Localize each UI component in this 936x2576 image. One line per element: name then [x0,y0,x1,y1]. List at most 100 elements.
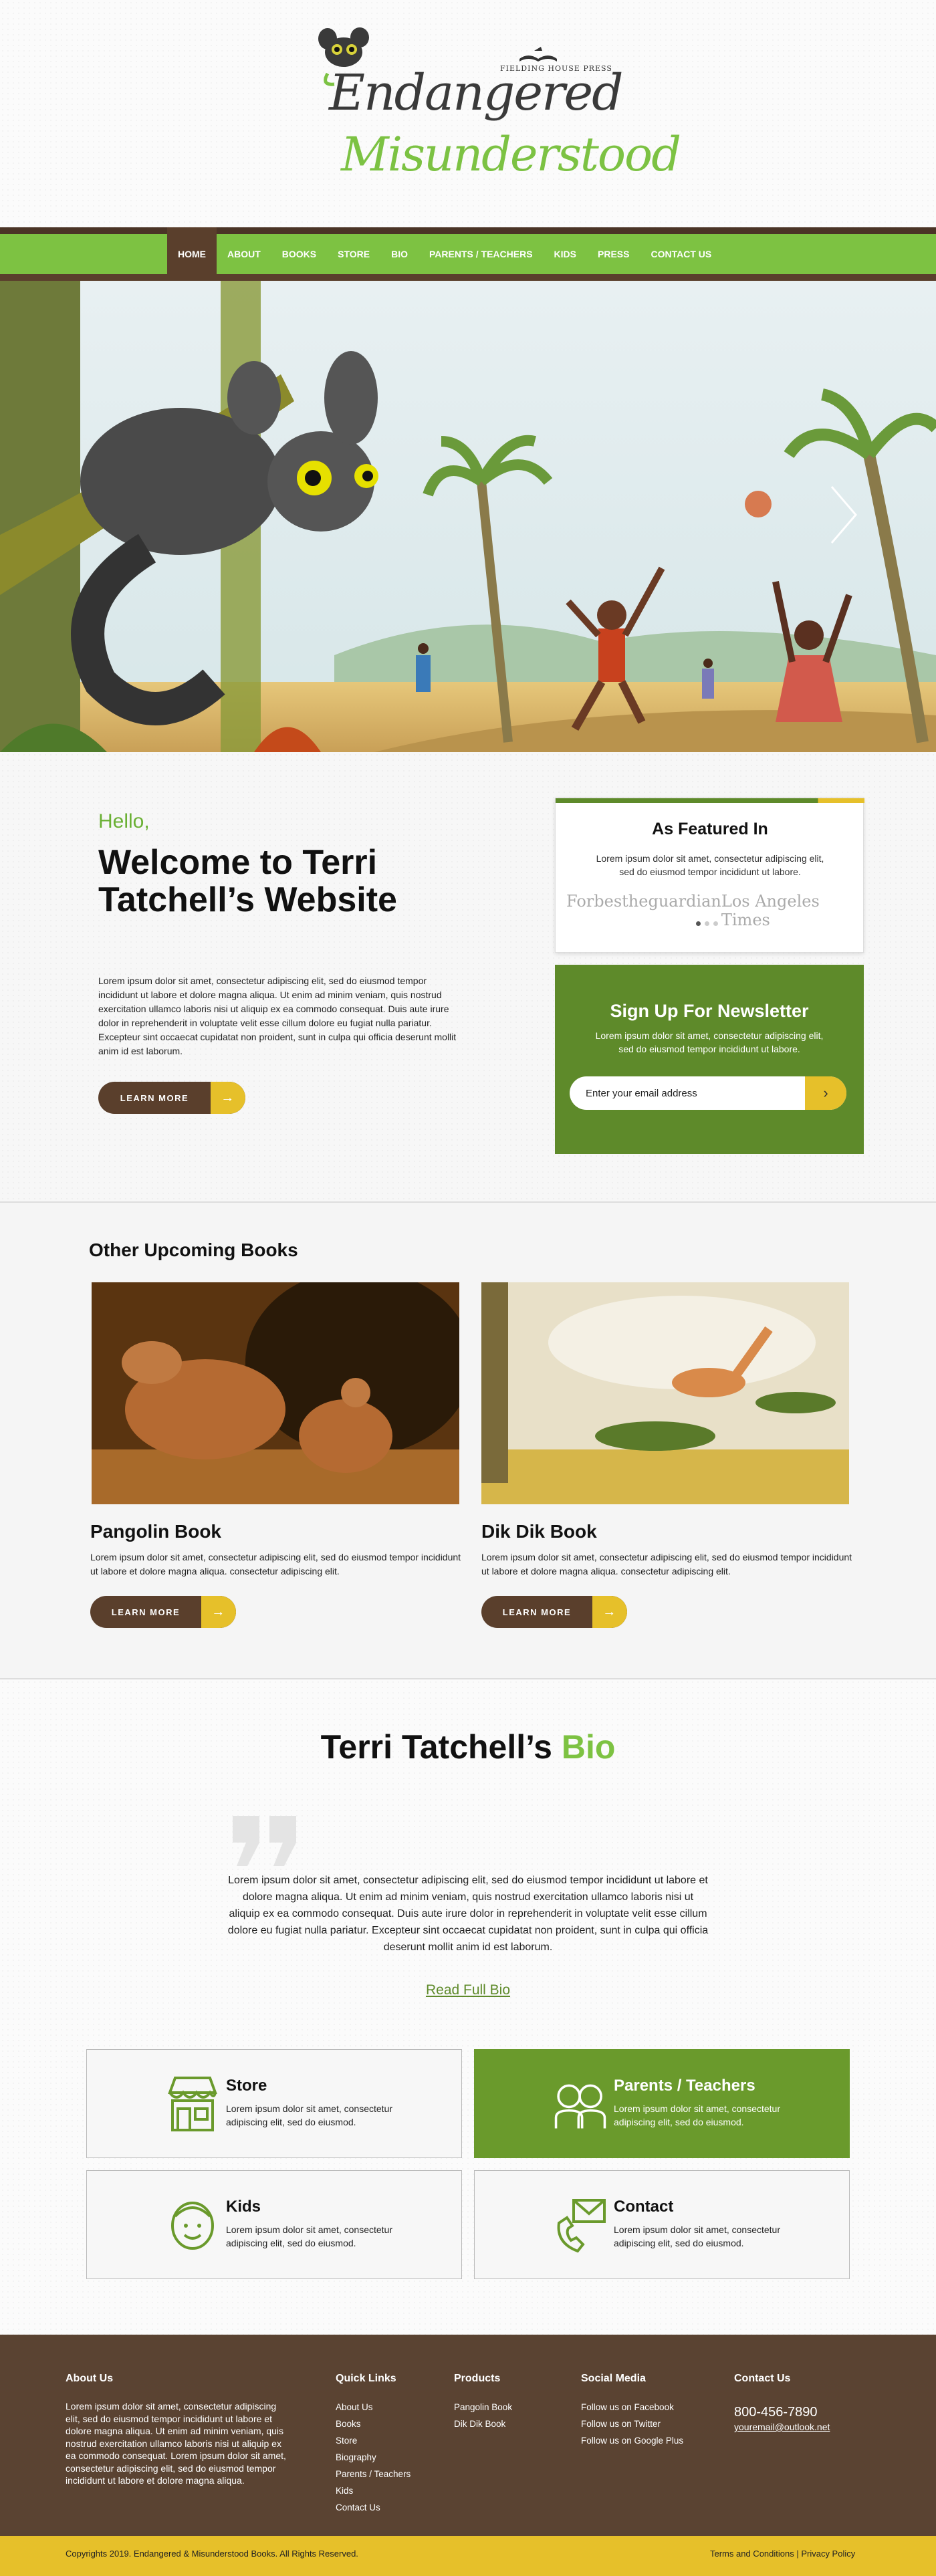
bio-text: Lorem ipsum dolor sit amet, consectetur … [227,1875,709,1953]
hero-illustration [0,281,936,752]
footer-social-title: Social Media [581,2373,646,2384]
nav-item-about[interactable]: ABOUT [217,227,271,274]
footer-about-text: Lorem ipsum dolor sit amet, consectetur … [66,2401,286,2486]
store-card-text: Lorem ipsum dolor sit amet, consectetur … [226,2103,392,2127]
featured-in-box: As Featured In Lorem ipsum dolor sit ame… [555,798,864,953]
nav-item-contact-us[interactable]: CONTACT US [640,227,722,274]
newsletter-box: Sign Up For Newsletter Lorem ipsum dolor… [555,965,864,1154]
pangolin-book-description: Lorem ipsum dolor sit amet, consectetur … [90,1552,461,1576]
parents-card-title: Parents / Teachers [614,2077,755,2095]
parents-card-text: Lorem ipsum dolor sit amet, consectetur … [614,2103,780,2127]
footer-phone[interactable]: 800-456-7890 [734,2405,818,2420]
contact-card-text: Lorem ipsum dolor sit amet, consectetur … [614,2224,780,2248]
pangolin-book-title[interactable]: Pangolin Book [90,1521,221,1542]
contact-card-title: Contact [614,2198,674,2216]
welcome-title: Welcome to Terri Tatchell’s Website [98,843,397,919]
welcome-learn-more-button[interactable]: LEARN MORE → [98,1082,245,1114]
bio-title: Terri Tatchell’s Bio [0,1728,936,1766]
footer-products-title: Products [454,2373,501,2384]
kids-card-title: Kids [226,2198,261,2216]
carousel-dot[interactable] [705,921,709,926]
arrow-right-icon: → [211,1082,245,1114]
store-icon [168,2077,217,2131]
kids-card-text: Lorem ipsum dolor sit amet, consectetur … [226,2224,392,2248]
pangolin-learn-more-button[interactable]: LEARN MORE → [90,1596,236,1628]
open-book-icon [519,47,557,62]
nav-item-bio[interactable]: BIO [380,227,419,274]
nav-item-kids[interactable]: KIDS [544,227,587,274]
footer-link-store[interactable]: Store [336,2432,411,2449]
hero-next-arrow[interactable] [826,481,860,548]
chevron-right-icon: › [823,1084,828,1101]
store-card[interactable]: Store Lorem ipsum dolor sit amet, consec… [86,2049,462,2158]
arrow-right-icon: → [592,1596,627,1628]
button-label: LEARN MORE [120,1092,189,1103]
pangolin-illustration [92,1282,459,1504]
copyright-text: Copyrights 2019. Endangered & Misunderst… [66,2549,358,2559]
forbes-logo[interactable]: Forbes [566,892,622,929]
featured-text: Lorem ipsum dolor sit amet, consectetur … [596,853,824,877]
footer-contact-title: Contact Us [734,2373,791,2384]
footer-link-facebook[interactable]: Follow us on Facebook [581,2399,683,2416]
parents-icon [554,2084,606,2129]
newsletter-title: Sign Up For Newsletter [610,1001,809,1021]
footer-link-contact-us[interactable]: Contact Us [336,2499,411,2516]
footer-email-link[interactable]: youremail@outlook.net [734,2422,830,2432]
logo-line-2: Misunderstood [341,127,681,182]
footer-about-title: About Us [66,2373,114,2384]
dik-dik-book-description: Lorem ipsum dolor sit amet, consectetur … [481,1552,852,1576]
nav-item-press[interactable]: PRESS [587,227,640,274]
store-card-title: Store [226,2077,267,2095]
nav-item-store[interactable]: STORE [327,227,380,274]
dik-dik-book-image[interactable] [481,1282,849,1504]
parents-teachers-card[interactable]: Parents / Teachers Lorem ipsum dolor sit… [474,2049,850,2158]
kid-icon [171,2202,214,2250]
footer-products: Pangolin Book Dik Dik Book [454,2399,512,2432]
footer-link-dik-dik-book[interactable]: Dik Dik Book [454,2416,512,2432]
contact-icon [557,2199,606,2253]
upcoming-books-title: Other Upcoming Books [89,1240,298,1260]
la-times-logo[interactable]: Los Angeles Times [721,892,854,929]
carousel-dot[interactable] [696,921,701,926]
main-navigation: HOME ABOUT BOOKS STORE BIO PARENTS / TEA… [0,227,936,281]
hello-text: Hello, [98,810,150,832]
bio-title-main: Terri Tatchell’s [320,1728,552,1766]
footer-link-google-plus[interactable]: Follow us on Google Plus [581,2432,683,2449]
nav-bottom-border [0,274,936,281]
footer-link-about-us[interactable]: About Us [336,2399,411,2416]
logo-line-1: Endangered [329,64,624,122]
kids-card[interactable]: Kids Lorem ipsum dolor sit amet, consect… [86,2170,462,2279]
footer-link-kids[interactable]: Kids [336,2482,411,2499]
button-label: LEARN MORE [502,1607,572,1617]
site-logo[interactable]: FIELDING HOUSE PRESS Endangered Misunder… [314,27,681,207]
hero-slider [0,281,936,752]
newsletter-text: Lorem ipsum dolor sit amet, consectetur … [595,1030,824,1054]
footer-quick-links-title: Quick Links [336,2373,396,2384]
nav-item-parents-teachers[interactable]: PARENTS / TEACHERS [419,227,544,274]
dik-dik-learn-more-button[interactable]: LEARN MORE → [481,1596,627,1628]
dik-dik-illustration [481,1282,849,1504]
footer-link-pangolin-book[interactable]: Pangolin Book [454,2399,512,2416]
bio-title-accent: Bio [561,1728,616,1766]
read-full-bio-link[interactable]: Read Full Bio [0,1982,936,1998]
dik-dik-book-title[interactable]: Dik Dik Book [481,1521,597,1542]
carousel-dots [696,921,718,926]
footer-link-parents-teachers[interactable]: Parents / Teachers [336,2466,411,2482]
footer-link-biography[interactable]: Biography [336,2449,411,2466]
footer-quick-links: About Us Books Store Biography Parents /… [336,2399,411,2516]
welcome-text: Lorem ipsum dolor sit amet, consectetur … [98,975,457,1056]
nav-item-books[interactable]: BOOKS [271,227,327,274]
featured-top-bar [556,798,864,803]
footer-link-books[interactable]: Books [336,2416,411,2432]
newsletter-submit-button[interactable]: › [805,1076,846,1110]
quote-icon [233,1816,296,1866]
nav-item-home[interactable]: HOME [167,227,217,274]
arrow-right-icon: → [201,1596,236,1628]
footer-link-twitter[interactable]: Follow us on Twitter [581,2416,683,2432]
legal-links[interactable]: Terms and Conditions | Privacy Policy [710,2549,855,2559]
carousel-dot[interactable] [713,921,718,926]
pangolin-book-image[interactable] [92,1282,459,1504]
contact-card[interactable]: Contact Lorem ipsum dolor sit amet, cons… [474,2170,850,2279]
featured-title: As Featured In [652,820,768,838]
nav-menu: HOME ABOUT BOOKS STORE BIO PARENTS / TEA… [167,227,722,274]
